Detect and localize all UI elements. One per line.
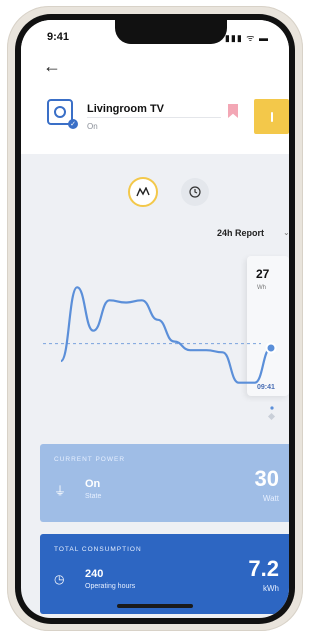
- current-power-card: CURRENT POWER ⏚ On State 30 Watt: [40, 444, 289, 522]
- power-series-line: [59, 286, 272, 384]
- back-arrow-icon[interactable]: ←: [43, 57, 61, 75]
- bookmark-icon[interactable]: [228, 104, 238, 118]
- clock-icon: ◷: [54, 572, 65, 586]
- selected-point-marker[interactable]: [265, 342, 277, 354]
- line-chart-icon: [136, 187, 150, 197]
- history-mode-button[interactable]: [181, 178, 209, 206]
- device-header: 9:41 ▮▮▮ ᯤ ▬ ← ✓ Livingroom TV On: [21, 20, 289, 154]
- check-icon: ✓: [68, 119, 78, 129]
- current-power-label: CURRENT POWER: [54, 456, 126, 463]
- graph-mode-button[interactable]: [128, 177, 158, 207]
- power-toggle-button[interactable]: [254, 99, 289, 134]
- plug-icon: ⏚: [54, 484, 67, 498]
- scrubber-dot: [270, 406, 274, 410]
- status-icons: ▮▮▮ ᯤ ▬: [224, 33, 269, 43]
- name-divider: [87, 117, 221, 118]
- consumption-unit: kWh: [263, 584, 279, 593]
- home-indicator: [117, 604, 193, 608]
- status-time: 9:41: [47, 31, 70, 43]
- report-period-select[interactable]: 24h Report: [217, 228, 264, 238]
- notch: [115, 20, 227, 44]
- app-screen: 9:41 ▮▮▮ ᯤ ▬ ← ✓ Livingroom TV On 24h Re…: [21, 20, 289, 618]
- power-value: 30: [254, 466, 279, 491]
- power-line-chart[interactable]: [21, 250, 289, 420]
- operating-hours-value: 240: [85, 568, 104, 580]
- chevron-down-icon[interactable]: ⌄: [283, 228, 289, 237]
- consumption-value: 7.2: [248, 556, 279, 581]
- device-name: Livingroom TV: [87, 103, 164, 115]
- scrubber-handle[interactable]: [267, 412, 276, 420]
- power-unit: Watt: [262, 494, 279, 503]
- power-icon: [270, 111, 273, 122]
- device-state: On: [87, 122, 98, 131]
- state-value: On: [85, 478, 101, 490]
- state-label: State: [85, 493, 102, 500]
- operating-hours-label: Operating hours: [85, 583, 136, 590]
- clock-icon: [189, 186, 201, 198]
- total-consumption-card: TOTAL CONSUMPTION ◷ 240 Operating hours …: [40, 534, 289, 614]
- total-consumption-label: TOTAL CONSUMPTION: [54, 546, 142, 553]
